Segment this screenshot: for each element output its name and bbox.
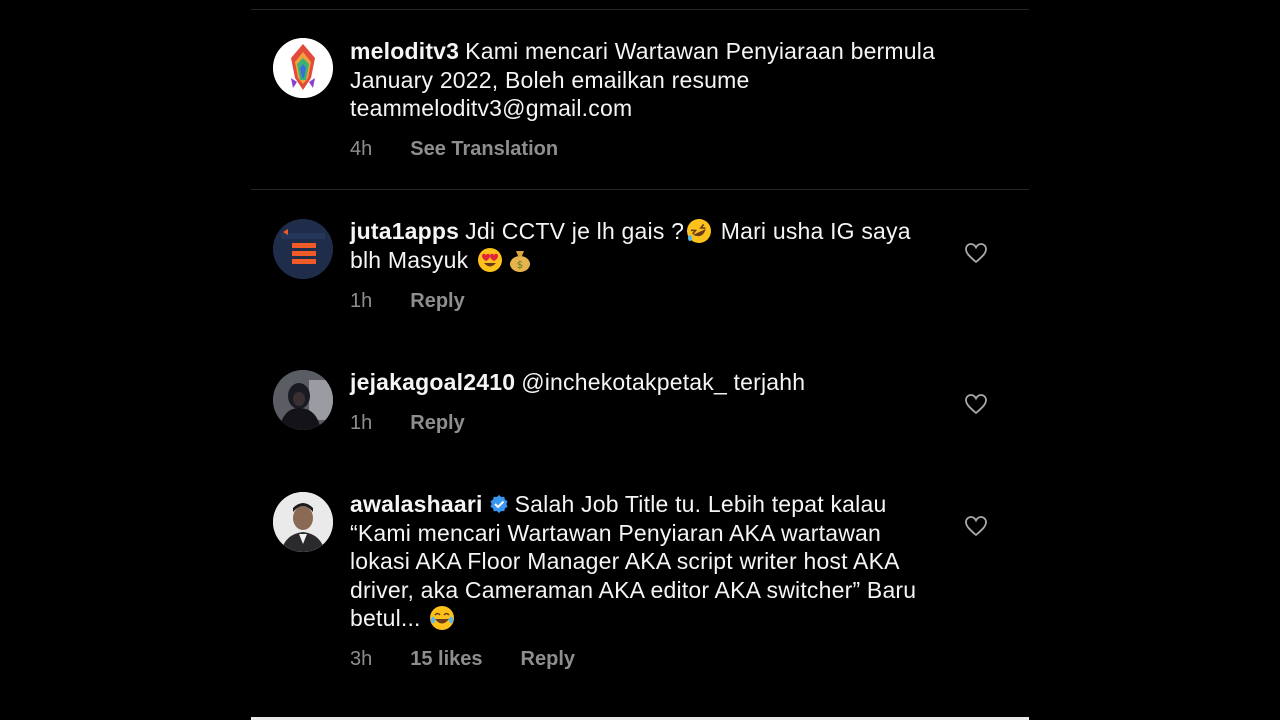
comment-text: Jdi CCTV je lh gais ?: [465, 218, 685, 244]
likes-count[interactable]: 15 likes: [410, 648, 482, 670]
reply-button[interactable]: Reply: [521, 648, 575, 670]
reply-button[interactable]: Reply: [410, 412, 464, 434]
tears-of-joy-emoji-icon: [430, 606, 455, 630]
caption-divider: [251, 189, 1029, 190]
comment-meta: 1h Reply: [350, 290, 503, 313]
portrait-avatar-icon: [273, 492, 333, 552]
comment-username[interactable]: jejakagoal2410: [350, 369, 515, 395]
comments-panel: meloditv3 Kami mencari Wartawan Penyiaraa…: [251, 0, 1029, 720]
comment-time: 3h: [350, 648, 373, 670]
see-translation-button[interactable]: See Translation: [410, 138, 558, 160]
reply-button[interactable]: Reply: [410, 290, 464, 312]
comment-username[interactable]: juta1apps: [350, 218, 459, 244]
heart-icon[interactable]: [964, 242, 988, 264]
avatar-awalashaari[interactable]: [273, 492, 333, 552]
heart-icon[interactable]: [964, 515, 988, 537]
comment-text: @inchekotakpetak_ terjahh: [521, 369, 806, 395]
svg-text:$: $: [517, 260, 524, 271]
comment-time: 1h: [350, 412, 373, 434]
verified-badge-icon: [490, 495, 508, 513]
caption-body: meloditv3 Kami mencari Wartawan Penyiaraa…: [350, 37, 940, 123]
app-screenshot-avatar-icon: [273, 219, 333, 279]
money-bag-emoji-icon: $: [509, 250, 530, 272]
comment-time: 1h: [350, 290, 373, 312]
comment-meta: 3h 15 likes Reply: [350, 648, 613, 671]
hooded-person-avatar-icon: [273, 370, 333, 430]
caption-meta: 4h See Translation: [350, 138, 596, 161]
caption-username[interactable]: meloditv3: [350, 38, 459, 64]
rofl-emoji-icon: [687, 219, 712, 243]
comment-body: awalashaari Salah Job Title tu. Lebih tep…: [350, 490, 940, 633]
avatar-meloditv3[interactable]: [273, 38, 333, 98]
avatar-juta1apps[interactable]: [273, 219, 333, 279]
top-divider: [251, 9, 1029, 10]
comment-username[interactable]: awalashaari: [350, 491, 483, 517]
comment-meta: 1h Reply: [350, 412, 503, 435]
heart-icon[interactable]: [964, 393, 988, 415]
avatar-jejakagoal2410[interactable]: [273, 370, 333, 430]
heart-eyes-emoji-icon: [477, 247, 502, 272]
caption-time: 4h: [350, 138, 373, 160]
comment-body: juta1apps Jdi CCTV je lh gais ? Mari usha…: [350, 217, 940, 274]
meloditv3-logo-icon: [273, 38, 333, 98]
comment-body: jejakagoal2410 @inchekotakpetak_ terjahh: [350, 368, 940, 397]
